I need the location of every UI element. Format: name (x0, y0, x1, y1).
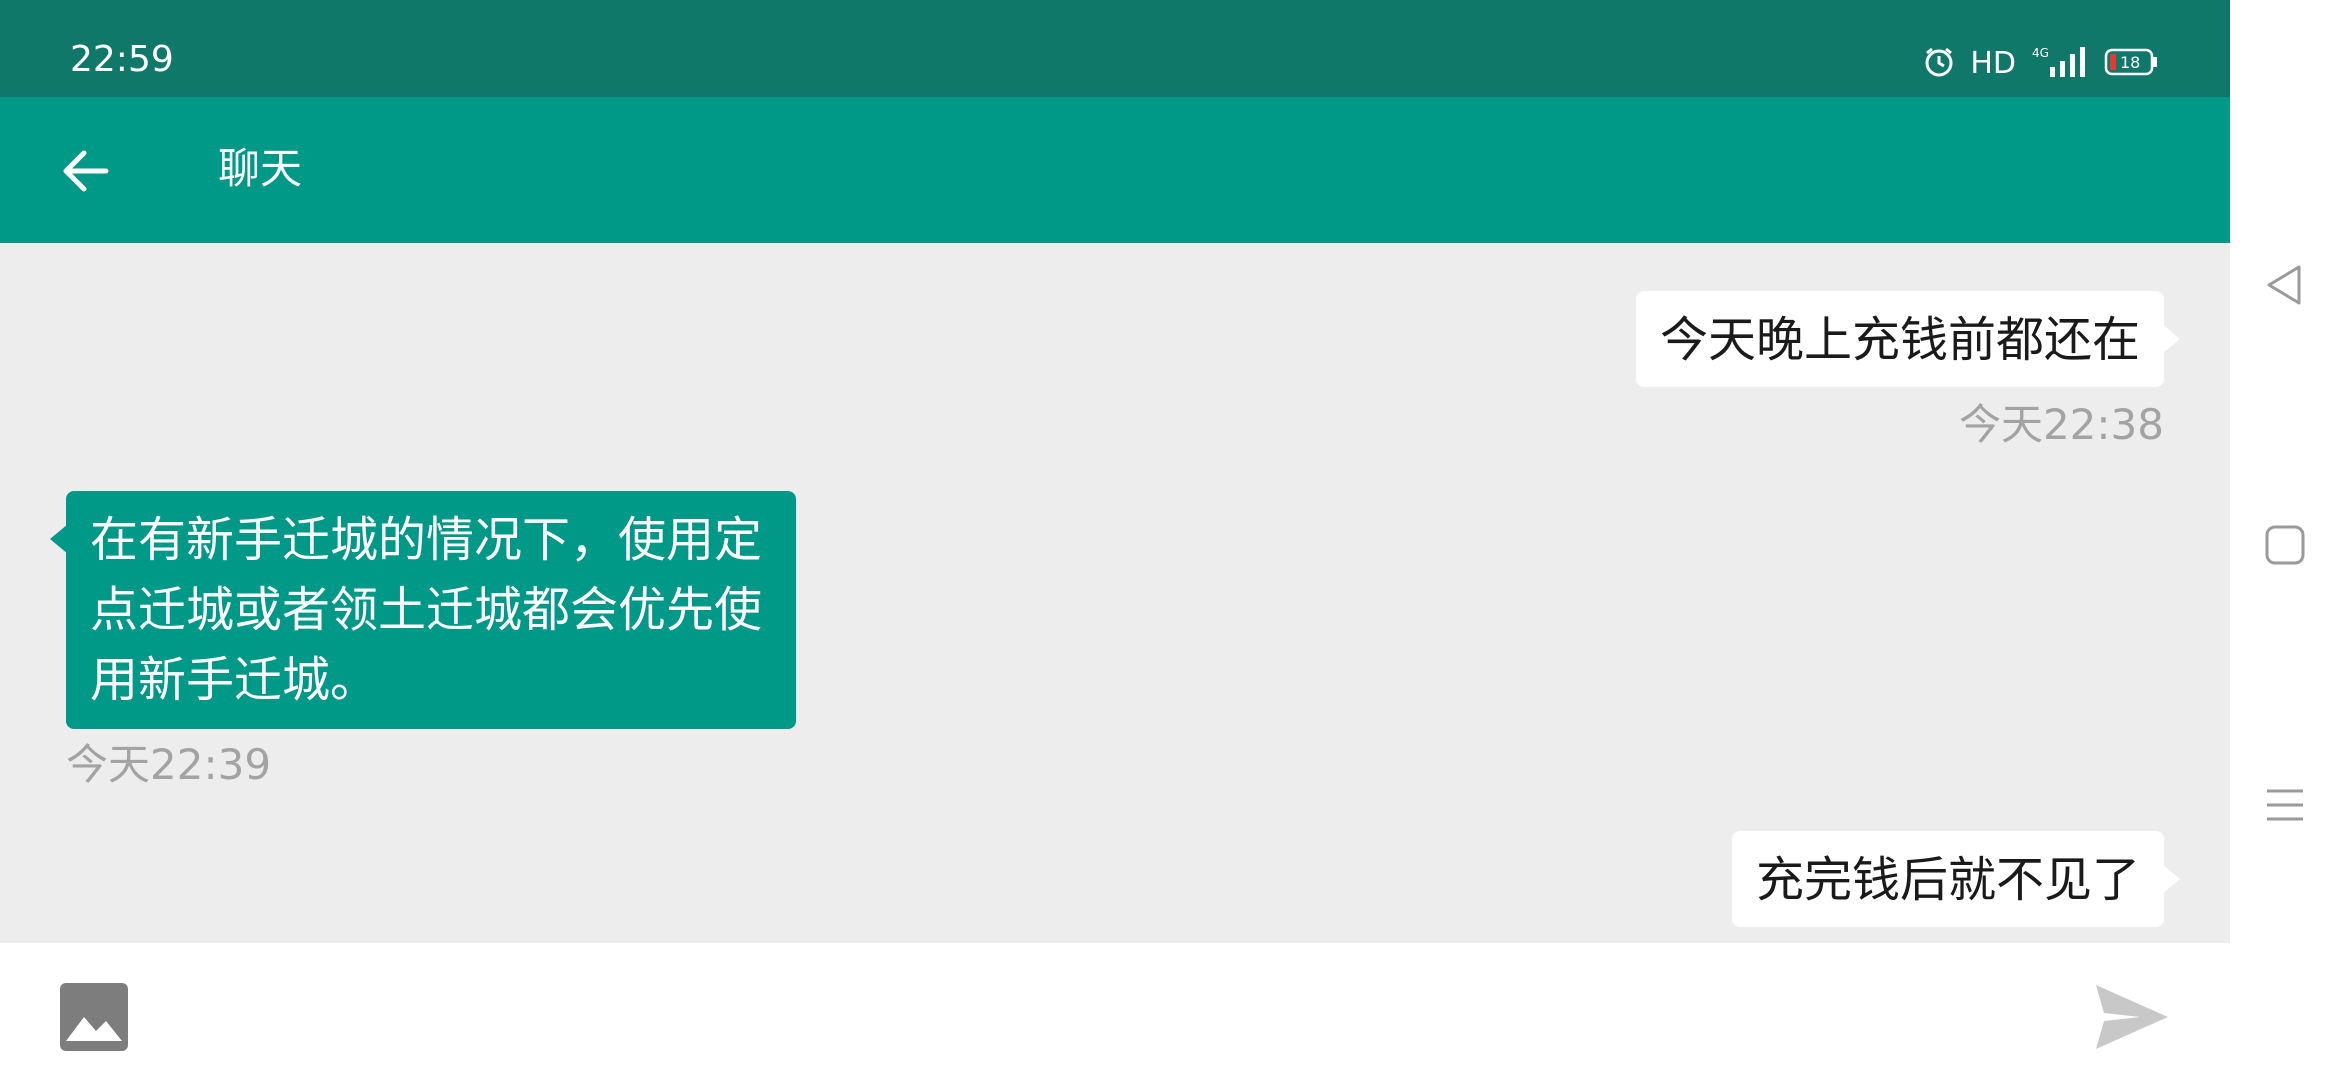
send-button[interactable] (2094, 979, 2170, 1055)
image-icon (60, 983, 128, 1051)
status-icons: HD 4G 18 (1922, 44, 2158, 84)
back-button[interactable] (48, 133, 124, 209)
arrow-left-icon (63, 150, 109, 192)
alarm-icon (1922, 45, 1956, 83)
nav-back-button[interactable] (2255, 255, 2315, 315)
input-bar (0, 943, 2230, 1080)
previous-timestamp-fragment (1970, 243, 2150, 255)
image-button[interactable] (60, 983, 128, 1051)
hd-icon: HD (1970, 46, 2016, 81)
status-bar: 22:59 HD 4G 18 (0, 0, 2230, 97)
toolbar: 聊天 (0, 97, 2230, 243)
message-list[interactable]: 今天晚上充钱前都还在 今天22:38 在有新手迁城的情况下，使用定点迁城或者领土… (0, 243, 2230, 943)
system-nav-bar (2230, 0, 2340, 1080)
message-bubble-outgoing[interactable]: 今天晚上充钱前都还在 (1635, 291, 2181, 387)
message-timestamp: 今天22:39 (66, 740, 272, 789)
nav-menu-button[interactable] (2255, 775, 2315, 835)
message-text: 在有新手迁城的情况下，使用定点迁城或者领土迁城都会优先使用新手迁城。 (90, 512, 763, 708)
signal-label: 4G (2032, 46, 2049, 60)
nav-home-button[interactable] (2255, 515, 2315, 575)
page-title: 聊天 (218, 144, 303, 193)
status-time: 22:59 (70, 39, 174, 80)
back-triangle-icon (2267, 265, 2301, 305)
chat-app: 22:59 HD 4G 18 聊天 今天晚上充钱前都还在 今天22:38 在有新… (0, 0, 2230, 1080)
home-square-icon (2265, 525, 2305, 565)
menu-lines-icon (2267, 789, 2303, 821)
battery-level: 18 (2120, 53, 2140, 72)
message-bubble-outgoing[interactable]: 充完钱后就不见了 (1731, 831, 2181, 927)
message-text: 今天晚上充钱前都还在 (1659, 312, 2140, 368)
signal-icon: 4G (2030, 45, 2090, 83)
message-text: 充完钱后就不见了 (1755, 852, 2140, 908)
send-icon (2096, 985, 2168, 1049)
message-bubble-incoming[interactable]: 在有新手迁城的情况下，使用定点迁城或者领土迁城都会优先使用新手迁城。 (50, 491, 796, 729)
battery-icon: 18 (2104, 47, 2158, 81)
message-timestamp: 今天22:38 (1958, 400, 2164, 449)
